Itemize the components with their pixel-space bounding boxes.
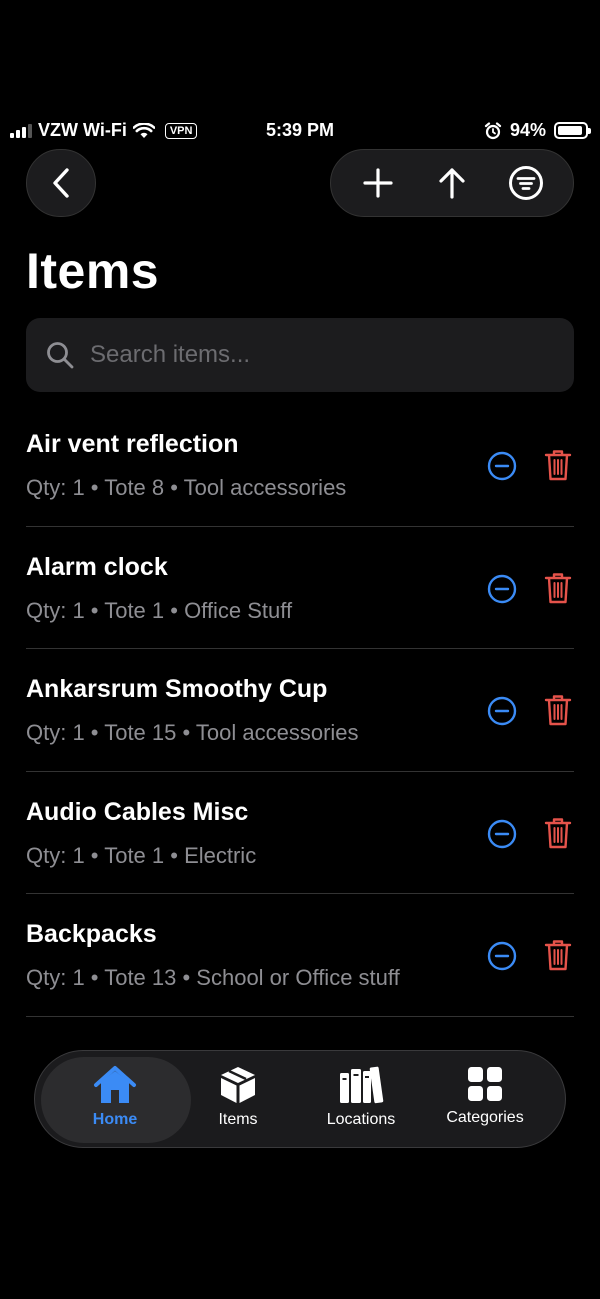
tab-label: Locations (326, 1111, 396, 1128)
trash-icon[interactable] (544, 571, 572, 605)
minus-circle-icon[interactable] (486, 818, 518, 850)
item-name: Air vent reflection (26, 430, 239, 458)
back-button[interactable] (26, 149, 96, 217)
filter-button[interactable] (498, 155, 554, 211)
battery-icon (554, 122, 591, 139)
item-meta: Qty: 1 • Tote 1 • Electric (26, 842, 257, 868)
list-item[interactable]: Alarm clock Qty: 1 • Tote 1 • Office Stu… (26, 527, 574, 649)
tab-items[interactable]: Items (178, 1065, 298, 1137)
minus-circle-icon[interactable] (486, 573, 518, 605)
sort-button[interactable] (424, 155, 480, 211)
grid-icon (468, 1067, 502, 1101)
trash-icon[interactable] (544, 448, 572, 482)
tab-home[interactable]: Home (55, 1065, 175, 1137)
item-meta: Qty: 1 • Tote 8 • Tool accessories (26, 475, 347, 500)
arrow-up-icon (439, 168, 465, 199)
trash-icon[interactable] (544, 938, 572, 972)
minus-circle-icon[interactable] (486, 450, 518, 482)
page-title: Items (26, 243, 160, 299)
item-name: Ankarsrum Smoothy Cup (26, 675, 328, 703)
filter-icon (509, 166, 543, 200)
minus-circle-icon[interactable] (486, 695, 518, 727)
tab-label: Items (218, 1111, 258, 1128)
tab-locations[interactable]: Locations (301, 1065, 421, 1137)
item-name: Audio Cables Misc (26, 797, 249, 826)
item-meta: Qty: 1 • Tote 1 • Office Stuff (26, 597, 293, 623)
box-icon (221, 1067, 255, 1103)
list-item[interactable]: Air vent reflection Qty: 1 • Tote 8 • To… (26, 404, 574, 527)
trash-icon[interactable] (544, 816, 572, 850)
search-input[interactable] (90, 341, 530, 369)
list-item[interactable]: Audio Cables Misc Qty: 1 • Tote 1 • Elec… (26, 772, 574, 894)
item-list: Air vent reflection Qty: 1 • Tote 8 • To… (0, 404, 600, 1017)
tab-label: Categories (446, 1109, 524, 1126)
tab-categories[interactable]: Categories (425, 1065, 545, 1137)
status-bar: VZW Wi-Fi VPN 5:39 PM 94% (0, 116, 600, 148)
add-item-button[interactable] (350, 155, 406, 211)
item-name: Alarm clock (26, 552, 168, 581)
header-actions (330, 149, 574, 217)
house-icon (94, 1066, 136, 1103)
minus-circle-icon[interactable] (486, 940, 518, 972)
item-meta: Qty: 1 • Tote 15 • Tool accessories (26, 720, 359, 745)
tab-label: Home (92, 1111, 138, 1128)
search-bar[interactable] (26, 318, 574, 392)
alarm-icon (484, 121, 502, 139)
search-icon (47, 342, 74, 369)
plus-icon (363, 168, 393, 198)
item-meta: Qty: 1 • Tote 13 • School or Office stuf… (26, 965, 400, 990)
chevron-left-icon (53, 168, 69, 198)
list-item[interactable]: Ankarsrum Smoothy Cup Qty: 1 • Tote 15 •… (26, 649, 574, 772)
item-name: Backpacks (26, 920, 157, 948)
list-item[interactable]: Backpacks Qty: 1 • Tote 13 • School or O… (26, 894, 574, 1017)
trash-icon[interactable] (544, 693, 572, 727)
books-icon (340, 1066, 384, 1104)
status-right: 94% (484, 120, 591, 141)
tab-bar: Home Items Locations Categories (34, 1050, 566, 1148)
battery-percent: 94% (509, 120, 546, 140)
